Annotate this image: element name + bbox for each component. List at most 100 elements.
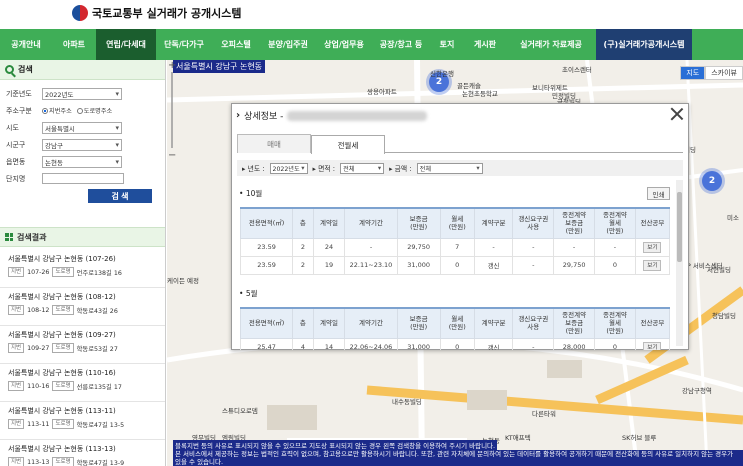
amount-filter-select[interactable]: 전체 <box>416 162 483 174</box>
amount-filter-label: ▸ 금액 : <box>389 165 412 173</box>
results-header: 검색결과 <box>0 227 165 247</box>
table-cell: - <box>594 237 636 257</box>
view-button[interactable]: 보기 <box>643 241 662 253</box>
map-notice-1: 블록지번 등의 사유로 표시되지 않을 수 있으므로 지도상 표시되지 않는 경… <box>173 440 498 450</box>
table-cell: 0 <box>594 337 636 350</box>
jibun-tag: 지번 <box>8 381 25 391</box>
nav-item[interactable]: 게시판 <box>464 29 506 60</box>
map-place-label: SK허브 블루 <box>622 434 657 442</box>
nav-item[interactable]: 아파트 <box>52 29 96 60</box>
amount-filter-value: 전체 <box>419 165 432 173</box>
column-header: 갱신요구권 사용 <box>512 207 555 239</box>
table-cell: 보기 <box>634 255 671 275</box>
column-header: 전용면적(㎡) <box>239 307 294 339</box>
result-item[interactable]: 서울특별시 강남구 논현동 (109-27) 지번 109-27 도로명 학동로53길 … <box>0 326 165 364</box>
dong-label: 읍면동 <box>6 157 26 166</box>
nav-item[interactable]: (구)실거래가공개시스템 <box>596 29 692 60</box>
table-row: 25.47 4 14 22.06~24.06 31,000 0 갱신 -28,000 0 보기 <box>239 337 671 350</box>
table-cell: 0 <box>439 337 475 350</box>
table-cell: 7 <box>439 237 475 257</box>
jibun-value: 113-11 <box>27 420 50 428</box>
month-heading: • 10월 <box>239 189 263 198</box>
year-select[interactable]: 2022년도 <box>42 87 122 100</box>
year-filter-select[interactable]: 2022년도 <box>269 162 308 174</box>
result-title: 서울특별시 강남구 논현동 (108-12) <box>8 293 116 301</box>
ministry-logo[interactable]: 국토교통부 실거래가 공개시스템 <box>72 5 242 21</box>
result-item[interactable]: 서울특별시 강남구 논현동 (107-26) 지번 107-26 도로명 언주로138길… <box>0 250 165 288</box>
sigungu-select[interactable]: 강남구 <box>42 138 122 151</box>
tab-1[interactable]: 전월세 <box>311 135 385 154</box>
column-header: 보증금 (만원) <box>396 207 441 239</box>
result-title: 서울특별시 강남구 논현동 (110-16) <box>8 369 116 377</box>
trade-list[interactable]: 인쇄 • 10월 전용면적(㎡) 층 계약일 계약기간 보증금 (만원) 월세 (만원) 계약구분… <box>237 180 683 350</box>
sido-value: 서울특별시 <box>45 124 75 133</box>
table-row: 23.59 2 24-29,750 7- - - - 보기 <box>239 237 671 257</box>
table-cell: 갱신 <box>473 337 514 350</box>
close-icon[interactable] <box>670 107 684 121</box>
column-header: 계약일 <box>312 207 346 239</box>
taegeuk-icon <box>72 5 88 21</box>
complex-input[interactable] <box>42 173 124 184</box>
nav-item[interactable]: 공장/창고 등 <box>372 29 430 60</box>
system-name: 실거래가 공개시스템 <box>146 7 242 20</box>
road-tag: 도로명 <box>52 457 74 466</box>
view-button[interactable]: 보기 <box>643 259 662 271</box>
area-filter-select[interactable]: 전체 <box>340 162 385 174</box>
result-title: 서울특별시 강남구 논현동 (109-27) <box>8 331 116 339</box>
scrollbar-thumb[interactable] <box>677 192 682 262</box>
table-cell: 보기 <box>634 337 671 350</box>
nav-item[interactable]: 분양/입주권 <box>260 29 316 60</box>
jibun-value: 108-12 <box>27 306 50 314</box>
result-item[interactable]: 서울특별시 강남구 논현동 (108-12) 지번 108-12 도로명 학동로43길 … <box>0 288 165 326</box>
grid-icon <box>5 233 13 241</box>
map-place-label: KT애프텍 <box>505 434 531 442</box>
print-button[interactable]: 인쇄 <box>647 187 670 200</box>
jibun-value: 110-16 <box>27 382 50 390</box>
sidebar: 검색 기준년도 2022년도 주소구분 지번주소 도로명주소 시도 서울특별시 … <box>0 60 166 466</box>
nav-item[interactable]: 오피스텔 <box>212 29 260 60</box>
map-view-button[interactable]: 지도 <box>680 66 706 80</box>
search-form: 기준년도 2022년도 주소구분 지번주소 도로명주소 시도 서울특별시 시군구… <box>0 80 165 203</box>
nav-item[interactable]: 상업/업무용 <box>316 29 372 60</box>
nav-item[interactable]: 단독/다가구 <box>156 29 212 60</box>
skyview-button[interactable]: 스카이뷰 <box>705 66 743 80</box>
result-item[interactable]: 서울특별시 강남구 논현동 (113-11) 지번 113-11 도로명 학동로47길 … <box>0 402 165 440</box>
map-place-label: 쌍용아파트 <box>367 88 397 96</box>
area-filter-label: ▸ 면적 : <box>312 165 336 173</box>
jibun-radio[interactable]: 지번주소 <box>42 106 72 115</box>
scrollbar[interactable] <box>676 180 683 346</box>
table-cell: 갱신 <box>473 255 514 275</box>
table-cell: 31,000 <box>396 255 441 275</box>
nav-item[interactable]: 토지 <box>430 29 464 60</box>
table-cell: - <box>512 255 555 275</box>
view-button[interactable]: 보기 <box>643 341 662 350</box>
zoom-control[interactable]: + − <box>167 60 177 160</box>
results-list: 서울특별시 강남구 논현동 (107-26) 지번 107-26 도로명 언주로138길… <box>0 250 165 466</box>
table-cell: 0 <box>439 255 475 275</box>
ministry-name: 국토교통부 <box>92 7 143 20</box>
result-address: 지번 113-13 도로명 학동로47길 13-9 <box>8 457 158 466</box>
tab-0[interactable]: 매매 <box>237 134 311 153</box>
road-value: 선릉로135길 17 <box>76 383 122 391</box>
nav-item[interactable]: 공개안내 <box>0 29 52 60</box>
region-banner: 서울특별시 강남구 논현동 <box>173 60 266 73</box>
modal-tabs: 매매 전월세 <box>237 134 683 154</box>
svg-text:−: − <box>168 150 176 160</box>
result-address: 지번 113-11 도로명 학동로47길 13-5 <box>8 419 158 429</box>
blurred-address <box>287 110 428 121</box>
result-item[interactable]: 서울특별시 강남구 논현동 (110-16) 지번 110-16 도로명 선릉로135길… <box>0 364 165 402</box>
dong-select[interactable]: 논현동 <box>42 155 122 168</box>
column-header: 월세 (만원) <box>439 307 475 339</box>
sido-select[interactable]: 서울특별시 <box>42 121 122 134</box>
table-cell: 24 <box>312 237 346 257</box>
column-header: 보증금 (만원) <box>396 307 441 339</box>
nav-item[interactable]: 실거래가 자료제공 <box>506 29 596 60</box>
column-header: 종전계약 월세 (만원) <box>594 307 636 339</box>
result-address: 지번 110-16 도로명 선릉로135길 17 <box>8 381 158 391</box>
detail-modal: › 상세정보 - 매매전월세 ▸ 년도 : 2022년도 ▸ 면적 : 전체 ▸… <box>231 103 689 350</box>
nav-item[interactable]: 연립/다세대 <box>96 29 156 60</box>
road-radio[interactable]: 도로명주소 <box>76 106 112 115</box>
result-item[interactable]: 서울특별시 강남구 논현동 (113-13) 지번 113-13 도로명 학동로47길 … <box>0 440 165 466</box>
cluster-marker[interactable]: 2 <box>702 171 722 191</box>
search-button[interactable]: 검 색 <box>88 189 152 203</box>
